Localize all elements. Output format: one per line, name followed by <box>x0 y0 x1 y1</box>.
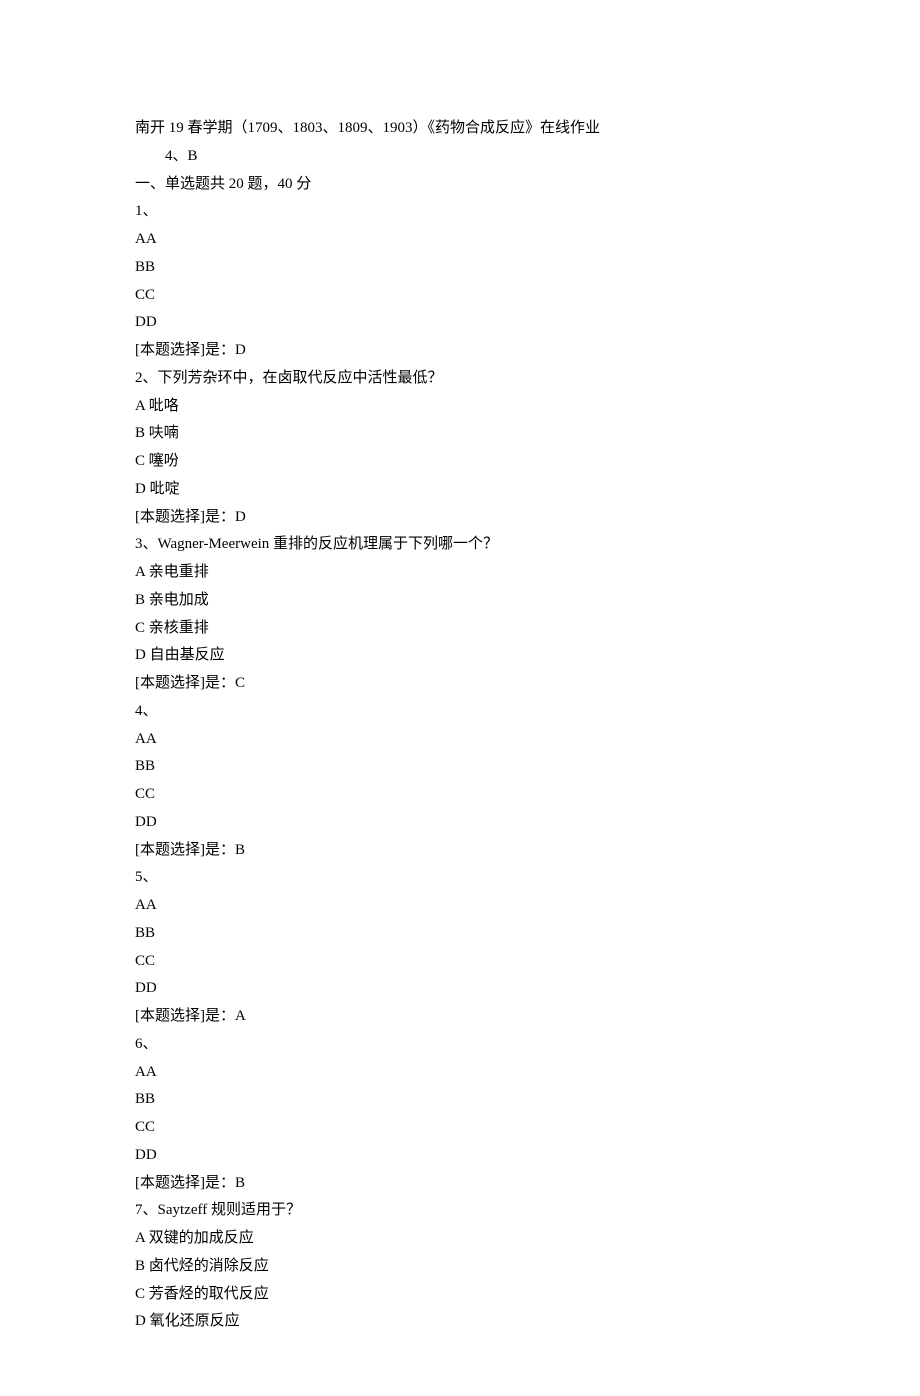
header-subline: 4、B <box>135 143 795 171</box>
question-answer: [本题选择]是：D <box>135 337 795 365</box>
question-option: C 噻吩 <box>135 448 795 476</box>
question-option: B 卤代烃的消除反应 <box>135 1253 795 1281</box>
question-option: BB <box>135 254 795 282</box>
question-option: C 亲核重排 <box>135 615 795 643</box>
question-answer: [本题选择]是：B <box>135 837 795 865</box>
question-option: C 芳香烃的取代反应 <box>135 1281 795 1309</box>
question-answer: [本题选择]是：A <box>135 1003 795 1031</box>
question-option: BB <box>135 920 795 948</box>
question-option: A 亲电重排 <box>135 559 795 587</box>
question-answer: [本题选择]是：D <box>135 504 795 532</box>
question-stem: 4、 <box>135 698 795 726</box>
question-stem: 5、 <box>135 864 795 892</box>
question-option: AA <box>135 226 795 254</box>
question-option: CC <box>135 781 795 809</box>
question-option: AA <box>135 726 795 754</box>
question-answer: [本题选择]是：B <box>135 1170 795 1198</box>
question-option: DD <box>135 809 795 837</box>
question-stem: 1、 <box>135 198 795 226</box>
question-option: B 亲电加成 <box>135 587 795 615</box>
question-option: AA <box>135 892 795 920</box>
question-option: D 吡啶 <box>135 476 795 504</box>
question-option: A 双键的加成反应 <box>135 1225 795 1253</box>
question-option: DD <box>135 1142 795 1170</box>
question-option: AA <box>135 1059 795 1087</box>
question-option: BB <box>135 1086 795 1114</box>
question-option: B 呋喃 <box>135 420 795 448</box>
document-page: 南开 19 春学期（1709、1803、1809、1903）《药物合成反应》在线… <box>0 0 920 1396</box>
question-option: DD <box>135 309 795 337</box>
question-stem: 3、Wagner-Meerwein 重排的反应机理属于下列哪一个？ <box>135 531 795 559</box>
question-option: DD <box>135 975 795 1003</box>
question-option: CC <box>135 1114 795 1142</box>
question-answer: [本题选择]是：C <box>135 670 795 698</box>
page-title: 南开 19 春学期（1709、1803、1809、1903）《药物合成反应》在线… <box>135 115 795 143</box>
question-stem: 2、下列芳杂环中，在卤取代反应中活性最低？ <box>135 365 795 393</box>
question-option: CC <box>135 948 795 976</box>
question-option: BB <box>135 753 795 781</box>
question-option: D 氧化还原反应 <box>135 1308 795 1336</box>
question-option: CC <box>135 282 795 310</box>
question-option: A 吡咯 <box>135 393 795 421</box>
question-option: D 自由基反应 <box>135 642 795 670</box>
question-stem: 6、 <box>135 1031 795 1059</box>
question-stem: 7、Saytzeff 规则适用于？ <box>135 1197 795 1225</box>
section-heading: 一、单选题共 20 题，40 分 <box>135 171 795 199</box>
